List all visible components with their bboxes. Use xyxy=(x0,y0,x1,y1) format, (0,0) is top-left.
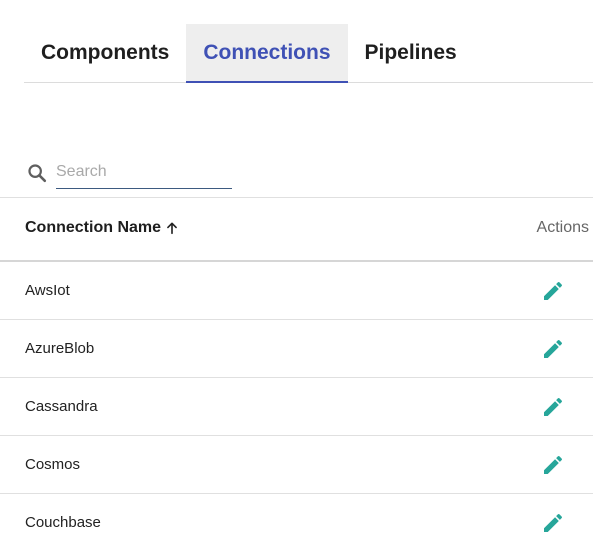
connection-name: Cassandra xyxy=(25,398,98,415)
table-row: Couchbase xyxy=(0,494,593,552)
connection-name: AwsIot xyxy=(25,282,70,299)
edit-icon[interactable] xyxy=(541,279,565,303)
search-icon[interactable] xyxy=(26,162,48,184)
edit-icon[interactable] xyxy=(541,511,565,535)
column-header-connection-name[interactable]: Connection Name xyxy=(25,219,179,237)
edit-icon[interactable] xyxy=(541,337,565,361)
table-row: Cassandra xyxy=(0,378,593,436)
search-bar xyxy=(26,157,236,189)
tab-components[interactable]: Components xyxy=(24,24,186,82)
table-row: AwsIot xyxy=(0,262,593,320)
connection-name: Cosmos xyxy=(25,456,81,473)
tab-bar: Components Connections Pipelines xyxy=(24,24,593,83)
table-header: Connection Name Actions xyxy=(0,198,593,262)
table-row: AzureBlob xyxy=(0,320,593,378)
tab-connections[interactable]: Connections xyxy=(186,24,348,83)
edit-icon[interactable] xyxy=(541,453,565,477)
sort-ascending-icon[interactable] xyxy=(165,221,179,235)
tab-pipelines[interactable]: Pipelines xyxy=(348,24,474,82)
search-input[interactable] xyxy=(56,157,232,189)
column-header-actions: Actions xyxy=(536,219,589,236)
connection-name: Couchbase xyxy=(25,514,101,531)
edit-icon[interactable] xyxy=(541,395,565,419)
table-row: Cosmos xyxy=(0,436,593,494)
connection-name: AzureBlob xyxy=(25,340,95,357)
column-header-label: Connection Name xyxy=(25,219,162,236)
